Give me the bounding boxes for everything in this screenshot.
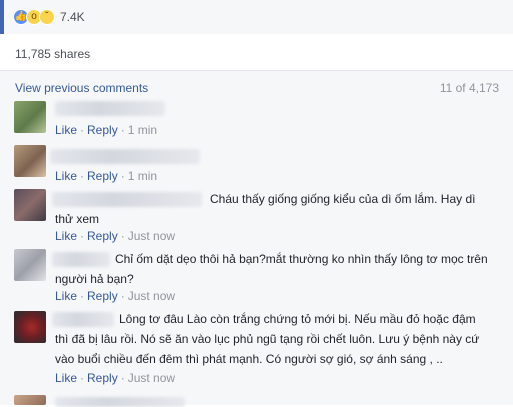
separator: · [120, 229, 125, 243]
blurred-author-name [50, 149, 200, 164]
blurred-author-name [55, 397, 185, 407]
like-link[interactable]: Like [55, 371, 77, 385]
comment-item: Like · Reply · 1 min [0, 99, 513, 139]
reply-link[interactable]: Reply [87, 123, 118, 137]
avatar[interactable] [14, 249, 46, 281]
avatar[interactable] [14, 101, 46, 133]
timestamp: 1 min [127, 169, 158, 183]
timestamp: 1 min [127, 123, 158, 137]
comment-line: thử xem [55, 212, 100, 226]
comment-item: Like · Reply · 1 min [0, 143, 513, 183]
like-link[interactable]: Like [55, 289, 77, 303]
reactions-bar: 👍 o ˘ 7.4K [0, 0, 513, 35]
reply-link[interactable]: Reply [87, 169, 118, 183]
timestamp: Just now [127, 289, 176, 303]
comment-actions: Like · Reply · Just now [55, 371, 175, 385]
separator: · [120, 371, 125, 385]
reply-link[interactable]: Reply [87, 289, 118, 303]
separator: · [80, 123, 85, 137]
avatar[interactable] [14, 395, 46, 405]
comment-item: Chỉ ốm dặt dẹo thôi hả bạn?mắt thường ko… [0, 247, 513, 303]
comment-line: thì đã bị lâu rồi. Nó sẽ ăn vào lục phủ … [55, 332, 480, 346]
comment-line: người hả bạn? [55, 272, 134, 286]
avatar[interactable] [14, 189, 46, 221]
reply-link[interactable]: Reply [87, 229, 118, 243]
timestamp: Just now [127, 229, 176, 243]
avatar[interactable] [14, 145, 46, 177]
comment-pager: 11 of 4,173 [439, 81, 499, 95]
comment-actions: Like · Reply · 1 min [55, 169, 157, 183]
avatar[interactable] [14, 311, 46, 343]
accent-line [0, 0, 4, 34]
comment-text: Cháu thấy giống giống kiểu của dì ốm lắm… [55, 189, 500, 229]
separator: · [120, 289, 125, 303]
comment-item: Lông tơ đâu Lào còn trắng chứng tỏ mới b… [0, 307, 513, 387]
comment-actions: Like · Reply · Just now [55, 229, 175, 243]
reply-link[interactable]: Reply [87, 371, 118, 385]
blurred-author-name [55, 101, 165, 116]
reaction-count[interactable]: 7.4K [60, 10, 85, 24]
like-link[interactable]: Like [55, 229, 77, 243]
separator: · [120, 169, 125, 183]
comment-line: vào buổi chiều đến đêm thì phát mạnh. Có… [55, 352, 443, 366]
timestamp: Just now [127, 371, 176, 385]
separator: · [80, 229, 85, 243]
shares-row: 11,785 shares [0, 34, 513, 71]
separator: · [80, 289, 85, 303]
view-previous-comments-link[interactable]: View previous comments [15, 81, 148, 95]
comment-text: Chỉ ốm dặt dẹo thôi hả bạn?mắt thường ko… [55, 249, 500, 289]
comment-item: Cháu thấy giống giống kiểu của dì ốm lắm… [0, 187, 513, 243]
comment-line: Lông tơ đâu Lào còn trắng chứng tỏ mới b… [119, 312, 476, 326]
comment-actions: Like · Reply · 1 min [55, 123, 157, 137]
comment-line: Cháu thấy giống giống kiểu của dì ốm lắm… [210, 192, 476, 206]
sad-icon[interactable]: ˘ [39, 9, 55, 25]
comments-area: View previous comments 11 of 4,173 Like ·… [0, 71, 513, 407]
like-link[interactable]: Like [55, 169, 77, 183]
shares-count[interactable]: 11,785 shares [15, 47, 90, 61]
separator: · [80, 169, 85, 183]
like-link[interactable]: Like [55, 123, 77, 137]
separator: · [80, 371, 85, 385]
separator: · [120, 123, 125, 137]
comment-line: Chỉ ốm dặt dẹo thôi hả bạn?mắt thường ko… [115, 252, 488, 266]
comment-text: Lông tơ đâu Lào còn trắng chứng tỏ mới b… [55, 309, 500, 369]
comment-actions: Like · Reply · Just now [55, 289, 175, 303]
